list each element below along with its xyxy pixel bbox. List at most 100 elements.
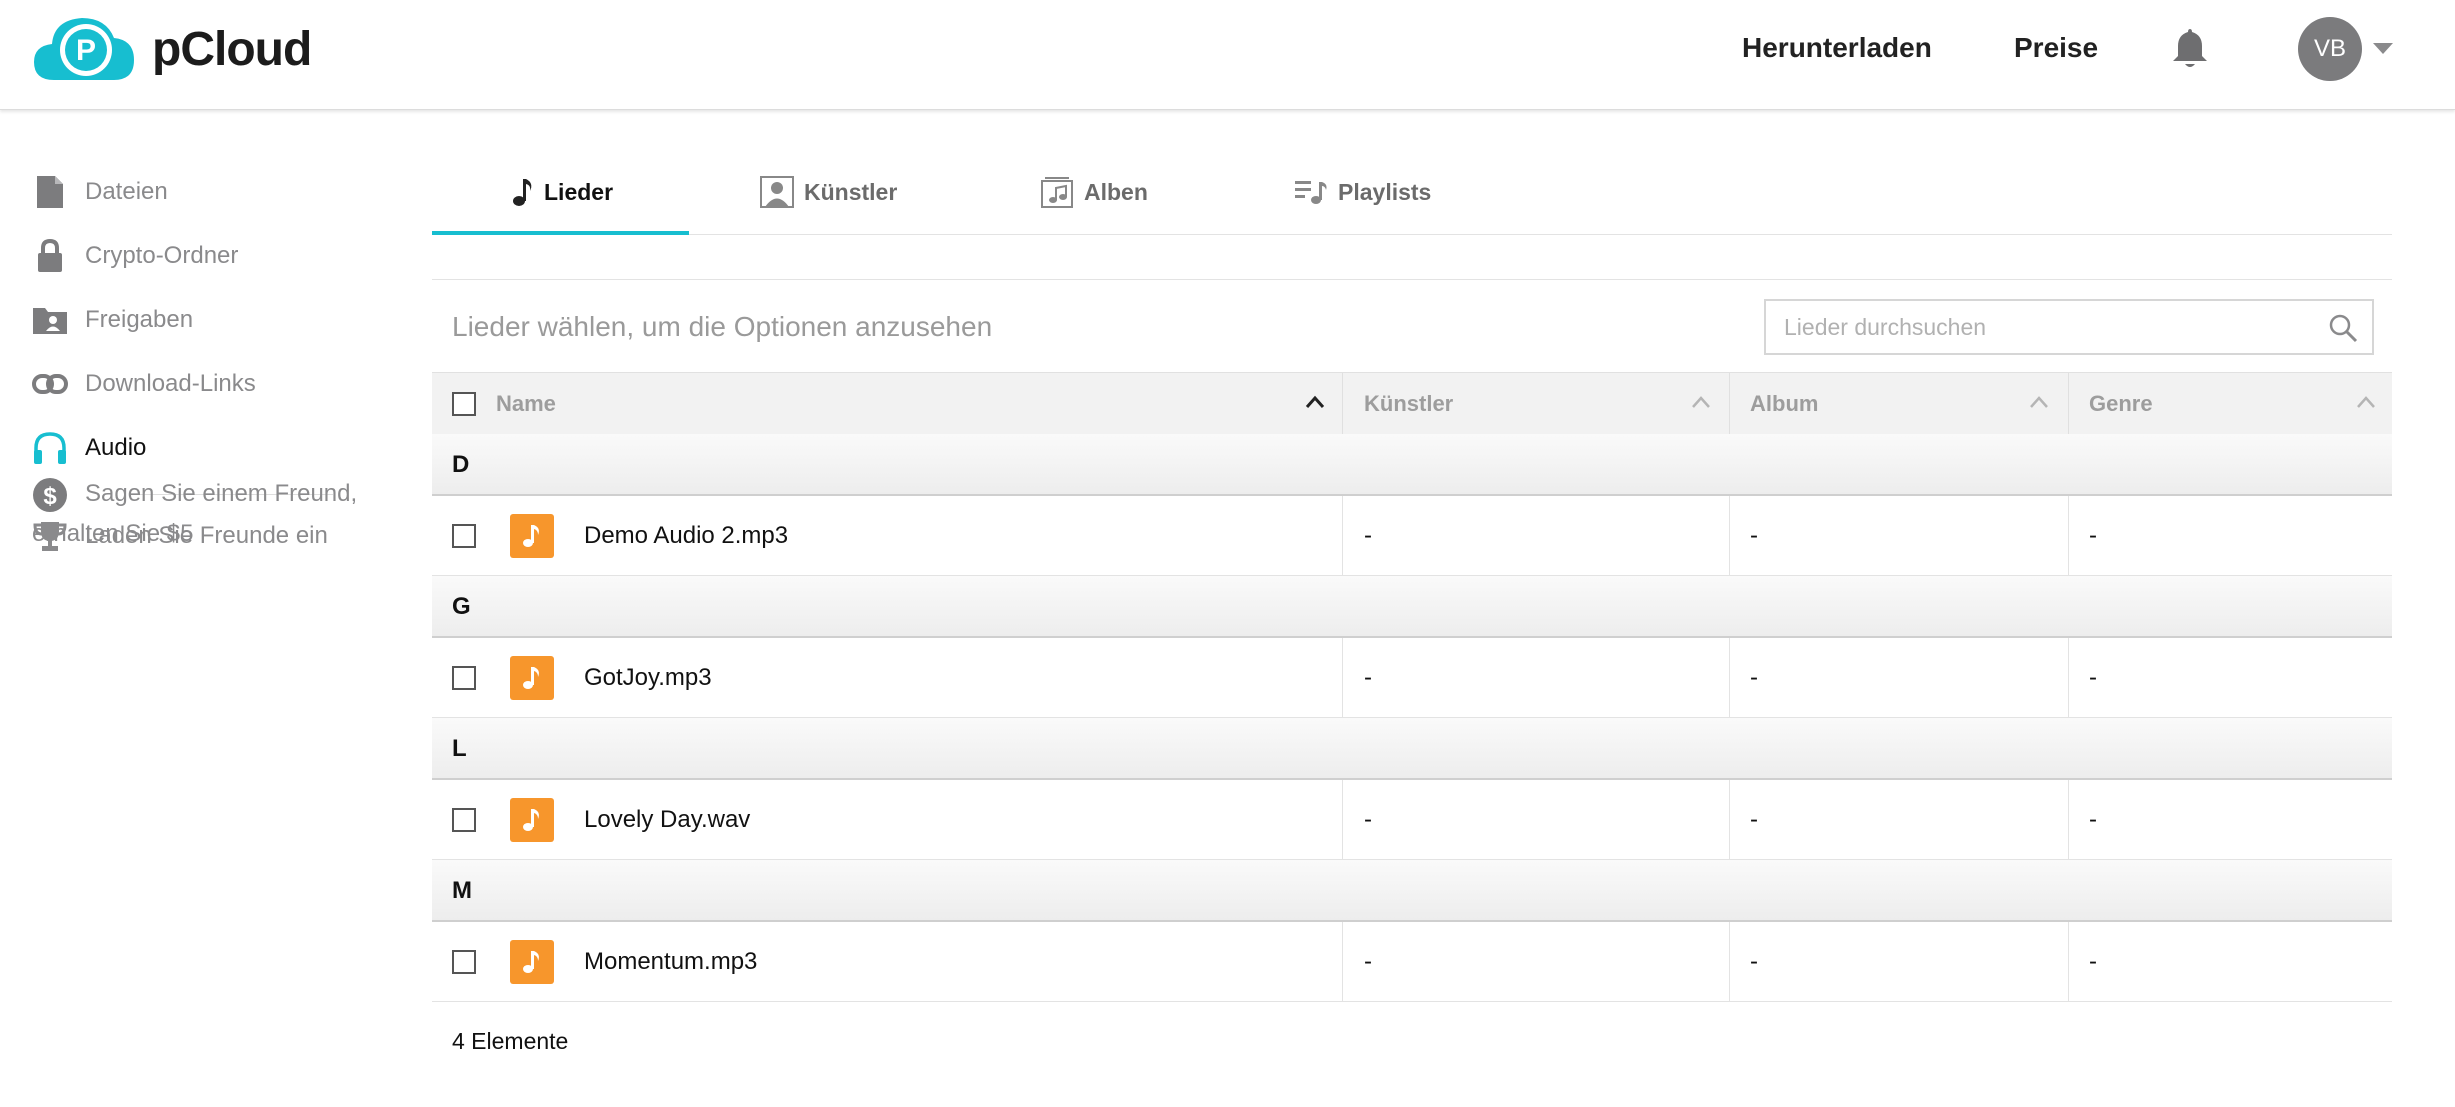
group-header: G [432, 576, 2392, 638]
artist-cell: - [1364, 664, 1372, 691]
tab-playlists[interactable]: Playlists [1294, 150, 1431, 234]
column-divider [2068, 638, 2069, 718]
tab-label: Alben [1084, 178, 1148, 205]
chevron-down-icon[interactable] [2373, 43, 2393, 55]
sidebar-item-dateien[interactable]: Dateien [32, 174, 168, 210]
artist-icon [760, 176, 794, 208]
nav-preise[interactable]: Preise [2014, 32, 2098, 64]
column-label: Genre [2089, 391, 2153, 416]
column-divider [1342, 373, 1343, 435]
genre-cell: - [2089, 806, 2097, 833]
nav-herunterladen[interactable]: Herunterladen [1742, 32, 1932, 64]
file-name[interactable]: Demo Audio 2.mp3 [584, 522, 788, 550]
tab-label: Lieder [544, 178, 614, 205]
pcloud-logo[interactable]: P pCloud [32, 14, 312, 84]
sidebar-item-crypto[interactable]: Crypto-Ordner [32, 238, 238, 274]
genre-cell: - [2089, 664, 2097, 691]
column-divider [1729, 922, 1730, 1002]
group-letter: G [452, 593, 471, 620]
album-icon [1040, 175, 1074, 209]
artist-cell: - [1364, 948, 1372, 975]
group-letter: D [452, 451, 470, 478]
column-divider [1729, 373, 1730, 435]
svg-text:P: P [76, 34, 96, 67]
pcloud-cloud-icon: P [34, 18, 134, 80]
sidebar-item-label: Dateien [85, 178, 168, 205]
brand-name: pCloud [152, 22, 312, 76]
table-row[interactable]: Lovely Day.wav - - - [432, 780, 2392, 860]
sort-icon[interactable] [2356, 395, 2376, 409]
tab-label: Künstler [804, 178, 898, 205]
group-header: D [432, 434, 2392, 496]
sidebar-item-refer-friend[interactable]: $ Sagen Sie einem Freund, erhalten Sie $… [32, 474, 362, 554]
row-checkbox[interactable] [452, 524, 476, 548]
file-icon [32, 174, 68, 210]
sort-icon[interactable] [1691, 395, 1711, 409]
tab-label: Playlists [1338, 178, 1432, 205]
album-cell: - [1750, 806, 1758, 833]
svg-text:$: $ [43, 483, 57, 510]
active-tab-indicator [432, 231, 689, 235]
file-name[interactable]: Lovely Day.wav [584, 806, 750, 834]
column-divider [1342, 780, 1343, 860]
column-divider [2068, 780, 2069, 860]
sidebar-item-audio[interactable]: Audio [32, 430, 146, 466]
column-divider [1729, 496, 1730, 576]
headphones-icon [32, 430, 68, 466]
link-icon [32, 366, 68, 402]
group-letter: M [452, 877, 472, 904]
sidebar-item-freigaben[interactable]: Freigaben [32, 302, 193, 338]
column-divider [1729, 638, 1730, 718]
audio-file-icon [510, 798, 554, 842]
item-count: 4 Elemente [452, 1028, 569, 1054]
table-row[interactable]: Momentum.mp3 - - - [432, 922, 2392, 1002]
audio-file-icon [510, 656, 554, 700]
search-icon[interactable] [2328, 313, 2358, 348]
column-divider [1342, 922, 1343, 1002]
tab-lieder[interactable]: Lieder [512, 150, 613, 234]
sidebar-item-label: Download-Links [85, 370, 256, 397]
column-divider [1342, 638, 1343, 718]
lock-icon [32, 238, 68, 274]
music-note-icon [512, 177, 534, 207]
row-checkbox[interactable] [452, 950, 476, 974]
artist-cell: - [1364, 806, 1372, 833]
avatar[interactable]: VB [2298, 17, 2362, 81]
album-cell: - [1750, 664, 1758, 691]
select-all-checkbox[interactable] [452, 392, 476, 416]
album-cell: - [1750, 948, 1758, 975]
column-header-name[interactable]: Name [496, 373, 556, 435]
file-name[interactable]: GotJoy.mp3 [584, 664, 712, 692]
table-row[interactable]: GotJoy.mp3 - - - [432, 638, 2392, 718]
group-letter: L [452, 735, 467, 762]
column-divider [1729, 780, 1730, 860]
sidebar-item-label: Audio [85, 434, 147, 461]
songs-toolbar: Lieder wählen, um die Optionen anzusehen [432, 279, 2392, 373]
artist-cell: - [1364, 522, 1372, 549]
search-box [1764, 299, 2374, 355]
genre-cell: - [2089, 948, 2097, 975]
tab-kuenstler[interactable]: Künstler [760, 150, 897, 234]
column-divider [1342, 496, 1343, 576]
file-name[interactable]: Momentum.mp3 [584, 948, 757, 976]
sort-icon[interactable] [2029, 395, 2049, 409]
search-input[interactable] [1766, 301, 2322, 353]
column-header-genre[interactable]: Genre [2089, 373, 2153, 435]
table-row[interactable]: Demo Audio 2.mp3 - - - [432, 496, 2392, 576]
column-header-album[interactable]: Album [1750, 373, 1818, 435]
column-label: Künstler [1364, 391, 1454, 416]
row-checkbox[interactable] [452, 666, 476, 690]
column-header-artist[interactable]: Künstler [1364, 373, 1453, 435]
row-checkbox[interactable] [452, 808, 476, 832]
playlist-icon [1294, 178, 1328, 206]
column-divider [2068, 496, 2069, 576]
bell-icon[interactable] [2170, 26, 2210, 75]
top-header: P pCloud Herunterladen Preise VB [0, 0, 2455, 110]
column-divider [2068, 373, 2069, 435]
selection-hint: Lieder wählen, um die Optionen anzusehen [452, 311, 993, 342]
genre-cell: - [2089, 522, 2097, 549]
sort-asc-icon[interactable] [1305, 395, 1325, 409]
dollar-icon: $ [32, 477, 68, 513]
sidebar-item-download-links[interactable]: Download-Links [32, 366, 256, 402]
tab-alben[interactable]: Alben [1040, 150, 1148, 234]
